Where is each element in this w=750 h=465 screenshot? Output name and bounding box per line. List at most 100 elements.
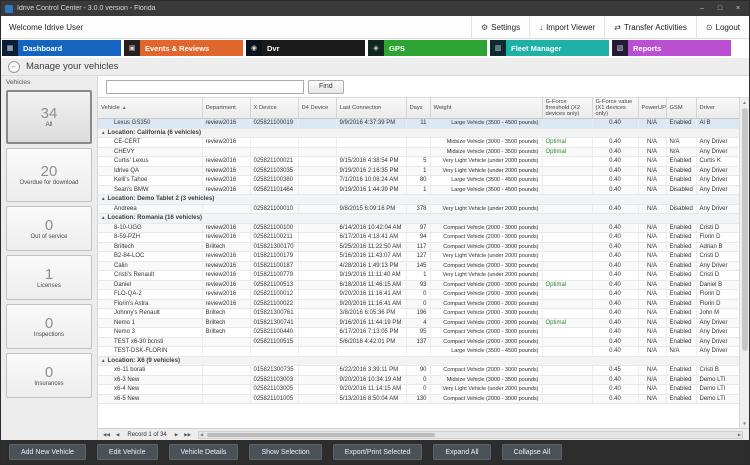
column-header-g-force-value-x1-devices-only[interactable]: G-Force value (X1 devices only) bbox=[592, 98, 639, 119]
vehicle-row-cristi-s-renault[interactable]: Cristi's Renault review2016 015821100779 9/… bbox=[98, 270, 742, 281]
tab-fleet-manager[interactable]: ▥ Fleet Manager bbox=[490, 40, 609, 56]
toolbar-button-transfer-activities[interactable]: ⇄ Transfer Activities bbox=[604, 16, 696, 38]
vehicle-row-daniel[interactable]: Daniel review2016 025821100513 6/18/2016 11… bbox=[98, 280, 742, 290]
search-input[interactable] bbox=[106, 79, 304, 94]
prev-record-button[interactable]: ◀ bbox=[114, 432, 121, 438]
vehicle-row-florin-s-astra[interactable]: Florin's Astra review2016 025821100022 9/20… bbox=[98, 299, 742, 309]
vehicle-filter-card-insurances[interactable]: 0 Insurances bbox=[6, 353, 92, 398]
group-row[interactable]: ▴ Location: Romania (16 vehicles) bbox=[98, 213, 742, 224]
cell-d4-device bbox=[298, 337, 337, 347]
vehicles-sidebar: Vehicles 34 All 20 Overdue for download 0 Out… bbox=[1, 76, 98, 440]
vehicle-row-nemo-1[interactable]: Nemo 1 Briltech 015821300741 9/16/2016 11:4… bbox=[98, 318, 742, 328]
vehicle-row-nemo-3[interactable]: Nemo 3 Briltech 025821100440 6/17/2016 7:13… bbox=[98, 327, 742, 338]
cell-powerup: N/A bbox=[638, 166, 667, 176]
group-label: Location: California (6 vehicles) bbox=[107, 128, 202, 136]
tab-reports[interactable]: ▧ Reports bbox=[612, 40, 731, 56]
vehicle-row-x6-11-borati[interactable]: x6-11 borati 015821300735 6/22/2016 3:39:1… bbox=[98, 365, 742, 376]
column-header-days[interactable]: Days bbox=[406, 98, 431, 119]
column-header-x-device[interactable]: X Device bbox=[250, 98, 299, 119]
group-row[interactable]: ▴ Location: X6 (9 vehicles) bbox=[98, 356, 742, 366]
vehicle-row-8-10-ugg[interactable]: 8-10-UGG review2016 025821100100 6/14/2016 … bbox=[98, 223, 742, 233]
vehicle-row-x6-5-new[interactable]: x6-5 New 025821101005 5/13/2016 8:50:04 AM… bbox=[98, 394, 742, 404]
vehicle-row-curtis-lexus[interactable]: Curtis' Lexus review2016 025821100021 9/15/… bbox=[98, 156, 742, 167]
group-row[interactable]: ▴ Location: California (6 vehicles) bbox=[98, 128, 742, 138]
horizontal-scroll-thumb[interactable] bbox=[207, 432, 436, 437]
vehicle-filter-card-overdue-for-download[interactable]: 20 Overdue for download bbox=[6, 148, 92, 202]
first-record-button[interactable]: ◀◀ bbox=[101, 432, 112, 438]
column-header-weight[interactable]: Weight bbox=[430, 98, 543, 119]
table-header-row: Vehicle ▲ Department X Device D4 Device Last … bbox=[98, 98, 742, 119]
vehicle-row-lexus-gs350[interactable]: Lexus GS350 review2016 025821100019 9/9/201… bbox=[98, 118, 742, 129]
vehicle-row-chevy[interactable]: CHEVY Midsize Vehicle (3000 - 3500 pounds… bbox=[98, 147, 742, 157]
vehicle-row-ce-cert[interactable]: CE-CERT review2016 Midsize Vehicle (3000 -… bbox=[98, 137, 742, 148]
tab-dvr[interactable]: ◉ Dvr bbox=[246, 40, 365, 56]
toolbar-button-logout[interactable]: ⊙ Logout bbox=[695, 16, 749, 38]
group-row[interactable]: ▴ Location: Demo Tablet 2 (3 vehicles) bbox=[98, 194, 742, 205]
add-new-vehicle-button[interactable]: Add New Vehicle bbox=[9, 444, 86, 460]
vehicle-filter-card-licenses[interactable]: 1 Licenses bbox=[6, 255, 92, 300]
edit-vehicle-button[interactable]: Edit Vehicle bbox=[96, 444, 158, 460]
back-button[interactable]: ← bbox=[8, 60, 20, 73]
expand-all-button[interactable]: Expand All bbox=[433, 444, 491, 460]
maximize-button[interactable]: □ bbox=[713, 5, 727, 12]
cell-g-force-threshold-x2-devices-only bbox=[542, 308, 593, 319]
column-header-d4-device[interactable]: D4 Device bbox=[298, 98, 337, 119]
tab-events-reviews[interactable]: ▣ Events & Reviews bbox=[124, 40, 243, 56]
column-header-vehicle[interactable]: Vehicle ▲ bbox=[98, 98, 203, 119]
vehicle-row-andreea[interactable]: Andreea 025821100010 9/8/2015 6:09:16 PM 37… bbox=[98, 204, 742, 214]
cell-powerup: N/A bbox=[638, 185, 667, 195]
tab-dashboard[interactable]: ▦ Dashboard bbox=[2, 40, 121, 56]
column-header-department[interactable]: Department bbox=[202, 98, 251, 119]
collapse-group-icon[interactable]: ▴ bbox=[102, 358, 105, 364]
toolbar-button-import-viewer[interactable]: ↓ Import Viewer bbox=[529, 16, 604, 38]
column-header-gsm[interactable]: GSM bbox=[666, 98, 697, 119]
scroll-up-icon[interactable]: ▲ bbox=[742, 98, 746, 107]
tab-gps[interactable]: ◈ GPS bbox=[368, 40, 487, 56]
scroll-down-icon[interactable]: ▼ bbox=[742, 419, 746, 428]
column-header-last-connection[interactable]: Last Connection bbox=[336, 98, 407, 119]
export-print-selected-button[interactable]: Export/Print Selected bbox=[332, 444, 423, 460]
vehicle-row-x6-4-new[interactable]: x6-4 New 025821103005 9/20/2016 11:14:15 A… bbox=[98, 384, 742, 395]
vehicle-row-johnny-s-renault[interactable]: Johnny's Renault Briltech 015821300761 3/8/… bbox=[98, 308, 742, 319]
collapse-group-icon[interactable]: ▴ bbox=[102, 130, 105, 136]
toolbar-button-label: Import Viewer bbox=[546, 22, 596, 32]
vehicle-row-8-59-pzh[interactable]: 8-59-PZH review2016 025821100211 6/17/2016 … bbox=[98, 232, 742, 243]
vehicle-row-kelli-s-tahoe[interactable]: Kelli's Tahoe review2016 025821100380 7/1/2… bbox=[98, 175, 742, 186]
vehicle-row-idrive-qa[interactable]: Idrive QA review2016 025821103035 9/19/2016… bbox=[98, 166, 742, 176]
vehicle-row-b2-84-loc[interactable]: B2-84-LOC review2016 015821100179 5/16/2016… bbox=[98, 251, 742, 262]
vehicle-row-test-dsk-florin[interactable]: TEST-DSK-FLORIN Large Vehicle (3500 - 450… bbox=[98, 346, 742, 357]
find-button[interactable]: Find bbox=[308, 79, 344, 94]
tab-label: GPS bbox=[389, 43, 405, 53]
vehicle-row-calin[interactable]: Calin review2016 015821100187 4/28/2016 1:4… bbox=[98, 261, 742, 271]
vehicle-details-button[interactable]: Vehicle Details bbox=[168, 444, 239, 460]
toolbar-button-settings[interactable]: ⚙ Settings bbox=[471, 16, 529, 38]
vertical-scroll-track[interactable] bbox=[740, 107, 749, 419]
vehicle-filter-card-all[interactable]: 34 All bbox=[6, 90, 92, 144]
vehicle-row-briltech[interactable]: Briltech Briltech 015821300170 5/25/2016 11… bbox=[98, 242, 742, 252]
vehicle-filter-card-out-of-service[interactable]: 0 Out of service bbox=[6, 206, 92, 251]
vertical-scroll-thumb[interactable] bbox=[741, 108, 748, 352]
vehicle-filter-card-inspections[interactable]: 0 Inspections bbox=[6, 304, 92, 349]
minimize-button[interactable]: – bbox=[695, 5, 709, 12]
vehicle-row-sean-s-bmw[interactable]: Sean's BMW review2016 025821101464 9/19/201… bbox=[98, 185, 742, 195]
close-button[interactable]: × bbox=[731, 5, 745, 12]
last-record-button[interactable]: ▶▶ bbox=[182, 432, 193, 438]
cell-department: review2016 bbox=[202, 156, 251, 167]
vehicle-row-x6-3-new[interactable]: x6-3 New 025821103003 9/20/2016 10:34:19 A… bbox=[98, 375, 742, 385]
next-record-button[interactable]: ▶ bbox=[173, 432, 180, 438]
show-selection-button[interactable]: Show Selection bbox=[249, 444, 322, 460]
horizontal-scrollbar[interactable]: ◀ ▶ bbox=[198, 430, 743, 439]
vertical-scrollbar[interactable]: ▲ ▼ bbox=[739, 98, 749, 428]
scroll-right-icon[interactable]: ▶ bbox=[737, 432, 742, 437]
column-header-powerup[interactable]: PowerUP bbox=[638, 98, 667, 119]
vehicle-row-flo-qa-2[interactable]: FLO-QA-2 review2016 025821100012 9/20/2016 … bbox=[98, 289, 742, 300]
cell-weight: Compact Vehicle (2000 - 3000 pounds) bbox=[430, 299, 543, 309]
cell-days: 130 bbox=[406, 394, 431, 404]
column-header-g-force-threshold-x2-devices-only[interactable]: G-Force threshold (X2 devices only) bbox=[542, 98, 593, 119]
column-header-driver[interactable]: Driver bbox=[696, 98, 742, 119]
collapse-all-button[interactable]: Collapse All bbox=[501, 444, 563, 460]
vehicle-row-test-x6-30-bcnsti[interactable]: TEST x6-30 bcnsti 025821100515 5/6/2016 4:… bbox=[98, 337, 742, 347]
collapse-group-icon[interactable]: ▴ bbox=[102, 196, 105, 202]
collapse-group-icon[interactable]: ▴ bbox=[102, 215, 105, 221]
scroll-left-icon[interactable]: ◀ bbox=[199, 432, 204, 437]
